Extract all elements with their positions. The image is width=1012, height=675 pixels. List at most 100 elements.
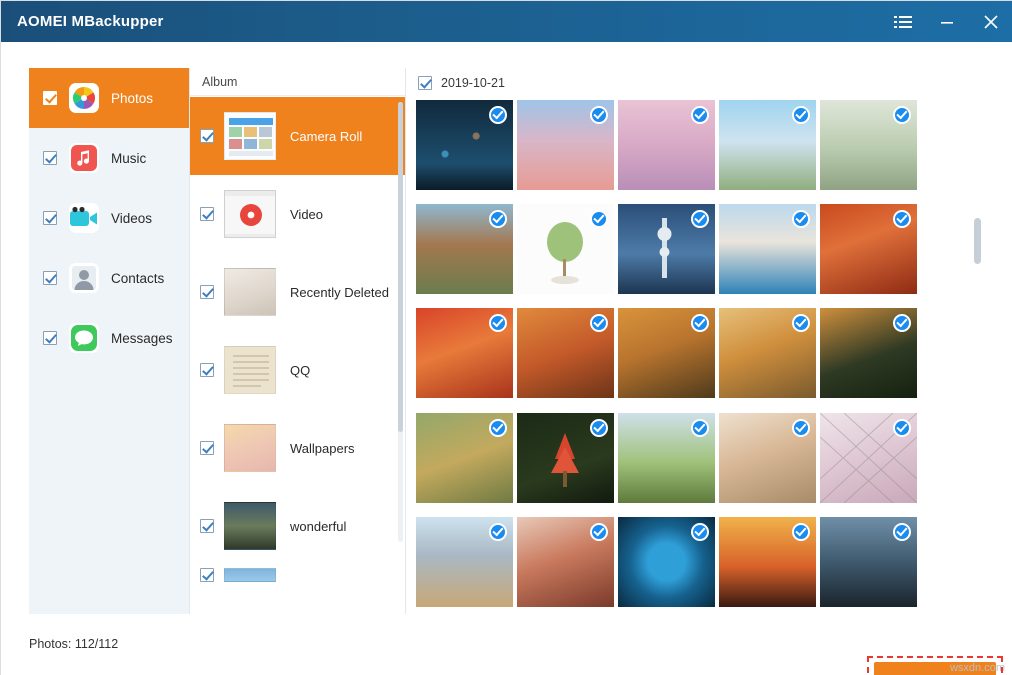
music-icon bbox=[69, 143, 99, 173]
photo-selected-badge[interactable] bbox=[590, 523, 608, 541]
album-checkbox-qq[interactable] bbox=[200, 363, 214, 377]
photo-thumbnail[interactable] bbox=[618, 517, 715, 607]
photo-thumbnail[interactable] bbox=[719, 413, 816, 503]
date-group-header: 2019-10-21 bbox=[406, 68, 984, 98]
photo-selected-badge[interactable] bbox=[792, 523, 810, 541]
album-checkbox-wallpapers[interactable] bbox=[200, 441, 214, 455]
photo-selected-badge[interactable] bbox=[489, 106, 507, 124]
date-group-checkbox[interactable] bbox=[418, 76, 432, 90]
album-checkbox-recently-deleted[interactable] bbox=[200, 285, 214, 299]
sidebar-label-messages: Messages bbox=[111, 331, 173, 346]
album-header: Album bbox=[190, 68, 405, 96]
photo-thumbnail[interactable] bbox=[416, 413, 513, 503]
contacts-checkbox[interactable] bbox=[43, 271, 57, 285]
photo-thumbnail[interactable] bbox=[517, 517, 614, 607]
photo-count-label: Photos: 112/112 bbox=[29, 637, 118, 651]
photo-thumbnail[interactable] bbox=[517, 308, 614, 398]
album-thumbnail-camera-roll bbox=[224, 112, 276, 160]
sidebar-label-photos: Photos bbox=[111, 91, 153, 106]
title-bar: AOMEI MBackupper bbox=[1, 1, 1012, 42]
photo-thumbnail[interactable] bbox=[618, 308, 715, 398]
photo-thumbnail[interactable] bbox=[517, 100, 614, 190]
photo-thumbnail[interactable] bbox=[719, 100, 816, 190]
photo-selected-badge[interactable] bbox=[590, 106, 608, 124]
album-checkbox-video[interactable] bbox=[200, 207, 214, 221]
photo-selected-badge[interactable] bbox=[489, 419, 507, 437]
photos-checkbox[interactable] bbox=[43, 91, 57, 105]
sidebar-item-videos[interactable]: Videos bbox=[29, 188, 189, 248]
videos-icon bbox=[69, 203, 99, 233]
photo-selected-badge[interactable] bbox=[792, 419, 810, 437]
album-item-qq[interactable]: QQ bbox=[190, 331, 405, 409]
album-item-camera-roll[interactable]: Camera Roll bbox=[190, 97, 405, 175]
photo-selected-badge[interactable] bbox=[893, 419, 911, 437]
photo-thumbnail[interactable] bbox=[416, 100, 513, 190]
photo-grid bbox=[416, 100, 970, 614]
watermark-text: wsxdn.com bbox=[950, 662, 1005, 674]
contacts-icon bbox=[69, 263, 99, 293]
album-item-wonderful[interactable]: wonderful bbox=[190, 487, 405, 565]
app-window: AOMEI MBackupper bbox=[0, 0, 1012, 675]
photo-selected-badge[interactable] bbox=[590, 419, 608, 437]
photo-selected-badge[interactable] bbox=[691, 523, 709, 541]
sidebar-label-contacts: Contacts bbox=[111, 271, 164, 286]
content-panel: Photos Music bbox=[29, 68, 984, 614]
sidebar-item-contacts[interactable]: Contacts bbox=[29, 248, 189, 308]
minimize-icon[interactable] bbox=[925, 1, 969, 42]
photo-thumbnail[interactable] bbox=[820, 308, 917, 398]
videos-checkbox[interactable] bbox=[43, 211, 57, 225]
photo-thumbnail[interactable] bbox=[820, 517, 917, 607]
photo-thumbnail[interactable] bbox=[618, 413, 715, 503]
album-checkbox-camera-roll[interactable] bbox=[200, 129, 214, 143]
album-item-partial[interactable] bbox=[190, 565, 405, 585]
photo-thumbnail[interactable] bbox=[517, 204, 614, 294]
album-label-recently-deleted: Recently Deleted bbox=[290, 285, 389, 300]
sidebar-item-messages[interactable]: Messages bbox=[29, 308, 189, 368]
photo-thumbnail[interactable] bbox=[820, 100, 917, 190]
window-body: Photos Music bbox=[1, 42, 1012, 675]
menu-list-icon[interactable] bbox=[881, 1, 925, 42]
album-thumbnail-wonderful bbox=[224, 502, 276, 550]
album-item-wallpapers[interactable]: Wallpapers bbox=[190, 409, 405, 487]
photo-thumbnail[interactable] bbox=[618, 100, 715, 190]
album-scrollbar-thumb[interactable] bbox=[398, 102, 403, 432]
album-label-wallpapers: Wallpapers bbox=[290, 441, 355, 456]
messages-checkbox[interactable] bbox=[43, 331, 57, 345]
photo-thumbnail[interactable] bbox=[820, 413, 917, 503]
album-scrollbar[interactable] bbox=[398, 102, 403, 542]
album-checkbox-wonderful[interactable] bbox=[200, 519, 214, 533]
album-item-recently-deleted[interactable]: Recently Deleted bbox=[190, 253, 405, 331]
sidebar-item-photos[interactable]: Photos bbox=[29, 68, 189, 128]
photo-grid-panel: 2019-10-21 bbox=[405, 68, 984, 614]
sidebar-item-music[interactable]: Music bbox=[29, 128, 189, 188]
window-controls bbox=[881, 1, 1012, 42]
photo-thumbnail[interactable] bbox=[416, 204, 513, 294]
photo-grid-scrollbar[interactable] bbox=[974, 128, 981, 588]
album-label-qq: QQ bbox=[290, 363, 310, 378]
photo-thumbnail[interactable] bbox=[719, 308, 816, 398]
album-label-camera-roll: Camera Roll bbox=[290, 129, 362, 144]
album-sidebar: Album bbox=[189, 68, 405, 614]
photo-selected-badge[interactable] bbox=[893, 523, 911, 541]
music-checkbox[interactable] bbox=[43, 151, 57, 165]
app-title: AOMEI MBackupper bbox=[17, 13, 164, 30]
photo-grid-scrollbar-thumb[interactable] bbox=[974, 218, 981, 264]
album-checkbox-partial[interactable] bbox=[200, 568, 214, 582]
photo-thumbnail[interactable] bbox=[719, 517, 816, 607]
photo-thumbnail[interactable] bbox=[719, 204, 816, 294]
photo-selected-badge[interactable] bbox=[691, 106, 709, 124]
photo-selected-badge[interactable] bbox=[792, 106, 810, 124]
photo-thumbnail[interactable] bbox=[820, 204, 917, 294]
photo-thumbnail[interactable] bbox=[416, 308, 513, 398]
album-item-video[interactable]: Video bbox=[190, 175, 405, 253]
album-thumbnail-video bbox=[224, 190, 276, 238]
photo-thumbnail[interactable] bbox=[416, 517, 513, 607]
photo-selected-badge[interactable] bbox=[489, 523, 507, 541]
photo-thumbnail[interactable] bbox=[618, 204, 715, 294]
album-thumbnail-partial bbox=[224, 568, 276, 582]
photo-selected-badge[interactable] bbox=[691, 419, 709, 437]
photo-thumbnail[interactable] bbox=[517, 413, 614, 503]
close-icon[interactable] bbox=[969, 1, 1012, 42]
photo-selected-badge[interactable] bbox=[893, 106, 911, 124]
album-thumbnail-qq bbox=[224, 346, 276, 394]
